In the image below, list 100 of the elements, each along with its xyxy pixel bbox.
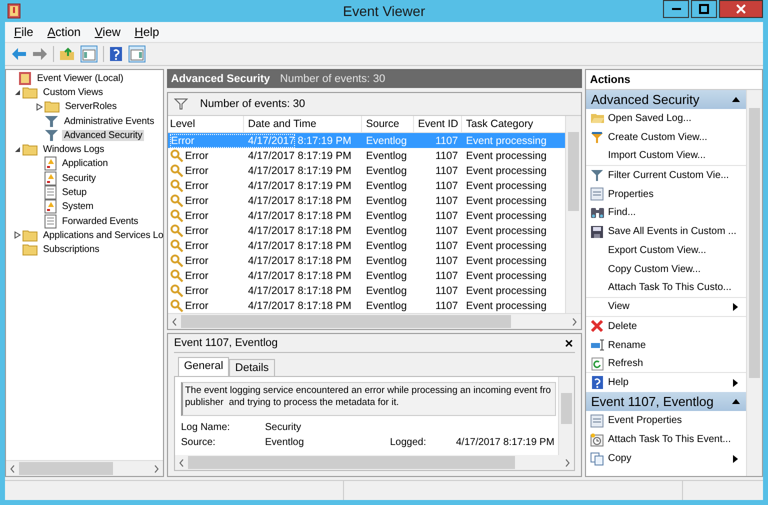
command-link[interactable]: Attach Task To This Event... (608, 434, 731, 446)
column-header[interactable]: Event ID (414, 116, 462, 132)
table-cell-text: Event processing (465, 300, 548, 312)
tree-pane-icon[interactable] (80, 45, 98, 63)
menu-item[interactable]: Action (47, 25, 81, 39)
back-arrow-icon[interactable] (11, 47, 27, 61)
tree-item[interactable]: Subscriptions (41, 244, 102, 256)
tree-item[interactable]: Advanced Security (62, 130, 144, 141)
column-header[interactable]: Task Category (462, 116, 564, 132)
action-pane-icon[interactable] (128, 45, 146, 63)
tab[interactable]: Details (229, 359, 275, 376)
funnel-icon (44, 114, 59, 128)
table-cell: Error (185, 194, 208, 206)
vertical-scrollbar[interactable] (558, 377, 574, 455)
table-cell-text: 4/17/2017 8:17:19 PM (247, 164, 352, 176)
command-link[interactable]: Create Custom View... (608, 132, 708, 143)
tab[interactable]: General (178, 357, 230, 376)
tree-item[interactable]: Application (60, 158, 110, 170)
maximize-button[interactable] (691, 0, 717, 18)
close-button[interactable]: × (562, 336, 575, 350)
command-link[interactable]: Refresh (608, 358, 644, 370)
scroll-left-icon[interactable] (10, 464, 15, 472)
table-row[interactable]: Error 4/17/2017 8:17:18 PM Eventlog 1107 Event processing (168, 193, 565, 208)
tree-item[interactable]: ServerRoles (63, 101, 119, 112)
column-header[interactable]: Date and Time (244, 116, 362, 132)
field-value: Eventlog (265, 437, 305, 448)
table-row[interactable]: Error 4/17/2017 8:17:18 PM Eventlog 1107 Event processing (168, 283, 565, 298)
command-link[interactable]: Event Properties (608, 415, 682, 426)
vertical-scrollbar[interactable] (565, 116, 581, 313)
table-row[interactable]: Error 4/17/2017 8:17:19 PM Eventlog 1107 Event processing (168, 163, 565, 178)
command-link[interactable]: Properties (608, 188, 654, 200)
scroll-left-icon[interactable] (172, 318, 177, 326)
field-label: Source: (181, 437, 216, 448)
collapse-icon[interactable] (732, 97, 740, 102)
section-header[interactable]: Event 1107, Eventlog (586, 392, 746, 412)
funnel-icon (174, 98, 188, 110)
table-row[interactable]: Error 4/17/2017 8:17:18 PM Eventlog 1107 Event processing (168, 268, 565, 283)
minimize-button[interactable] (663, 0, 689, 18)
collapsed-arrow-icon[interactable] (14, 231, 20, 240)
command-link[interactable]: Copy (608, 453, 632, 464)
table-row[interactable]: Error 4/17/2017 8:17:18 PM Eventlog 1107 Event processing (168, 253, 565, 268)
section-header[interactable]: Advanced Security (586, 90, 746, 109)
event-viewer-icon (18, 70, 32, 86)
command-link[interactable]: View (608, 301, 630, 312)
scroll-right-icon[interactable] (154, 464, 159, 472)
vertical-scrollbar[interactable] (746, 90, 762, 476)
table-row[interactable]: Error 4/17/2017 8:17:19 PM Eventlog 1107 Event processing (168, 148, 565, 163)
table-row[interactable]: Error 4/17/2017 8:17:18 PM Eventlog 1107 Event processing (168, 208, 565, 223)
help-icon[interactable] (109, 46, 123, 62)
tree-item[interactable]: Windows Logs (41, 144, 106, 156)
tree-item[interactable]: Applications and Services Lo (41, 230, 163, 241)
menu-item[interactable]: File (14, 25, 34, 39)
command-link[interactable]: Copy Custom View... (608, 264, 701, 276)
table-cell-text: Eventlog (365, 224, 408, 236)
expanded-arrow-icon[interactable] (14, 88, 20, 96)
collapsed-arrow-icon[interactable] (36, 102, 42, 111)
column-header[interactable]: Level (168, 116, 244, 132)
scroll-right-icon[interactable] (572, 318, 577, 326)
table-cell-text: Event processing (465, 180, 548, 192)
table-cell-text: 1107 (434, 194, 459, 206)
command-link[interactable]: Open Saved Log... (608, 112, 692, 124)
folder-icon (590, 112, 604, 124)
scroll-right-icon[interactable] (565, 458, 570, 466)
command-link[interactable]: Save All Events in Custom ... (608, 226, 736, 238)
tree-item[interactable]: System (60, 201, 96, 212)
command-link[interactable]: Filter Current Custom Vie... (608, 170, 729, 181)
tree-item[interactable]: Setup (60, 187, 89, 198)
horizontal-scrollbar[interactable] (174, 455, 575, 471)
table-row[interactable]: Error 4/17/2017 8:17:18 PM Eventlog 1107 Event processing (168, 298, 565, 313)
column-header[interactable]: Source (362, 116, 414, 132)
tree-item[interactable]: Security (60, 172, 98, 184)
expanded-arrow-icon[interactable] (14, 146, 20, 154)
command-link[interactable]: Rename (608, 340, 646, 351)
table-cell-text: Eventlog (365, 254, 408, 266)
submenu-arrow-icon (733, 378, 738, 387)
field-label: Log Name: (181, 422, 231, 433)
tree-item[interactable]: Administrative Events (62, 116, 156, 127)
command-link[interactable]: Attach Task To This Custo... (608, 282, 732, 294)
forward-arrow-icon[interactable] (32, 47, 48, 61)
command-link[interactable]: Find... (608, 207, 636, 218)
tree-item[interactable]: Forwarded Events (60, 216, 140, 227)
table-row[interactable]: Error 4/17/2017 8:17:18 PM Eventlog 1107 Event processing (168, 223, 565, 238)
collapse-icon[interactable] (732, 399, 740, 404)
table-row[interactable]: Error 4/17/2017 8:17:19 PM Eventlog 1107 Event processing (168, 178, 565, 193)
folder-up-icon[interactable] (59, 47, 75, 61)
table-cell-text: Eventlog (365, 194, 408, 206)
close-button[interactable] (719, 0, 763, 18)
tree-item[interactable]: Event Viewer (Local) (35, 72, 126, 84)
horizontal-scrollbar[interactable] (6, 460, 163, 476)
menu-item[interactable]: View (94, 25, 121, 39)
command-link[interactable]: Import Custom View... (608, 150, 706, 162)
event-count: Number of events: 30 (280, 72, 386, 84)
menu-item[interactable]: Help (134, 25, 160, 39)
command-link[interactable]: Delete (608, 320, 637, 332)
horizontal-scrollbar[interactable] (168, 313, 581, 329)
command-link[interactable]: Export Custom View... (608, 245, 706, 256)
scroll-left-icon[interactable] (179, 458, 184, 466)
tree-item[interactable]: Custom Views (41, 86, 105, 98)
command-link[interactable]: Help (608, 377, 629, 388)
table-row[interactable]: Error 4/17/2017 8:17:18 PM Eventlog 1107 Event processing (168, 238, 565, 253)
